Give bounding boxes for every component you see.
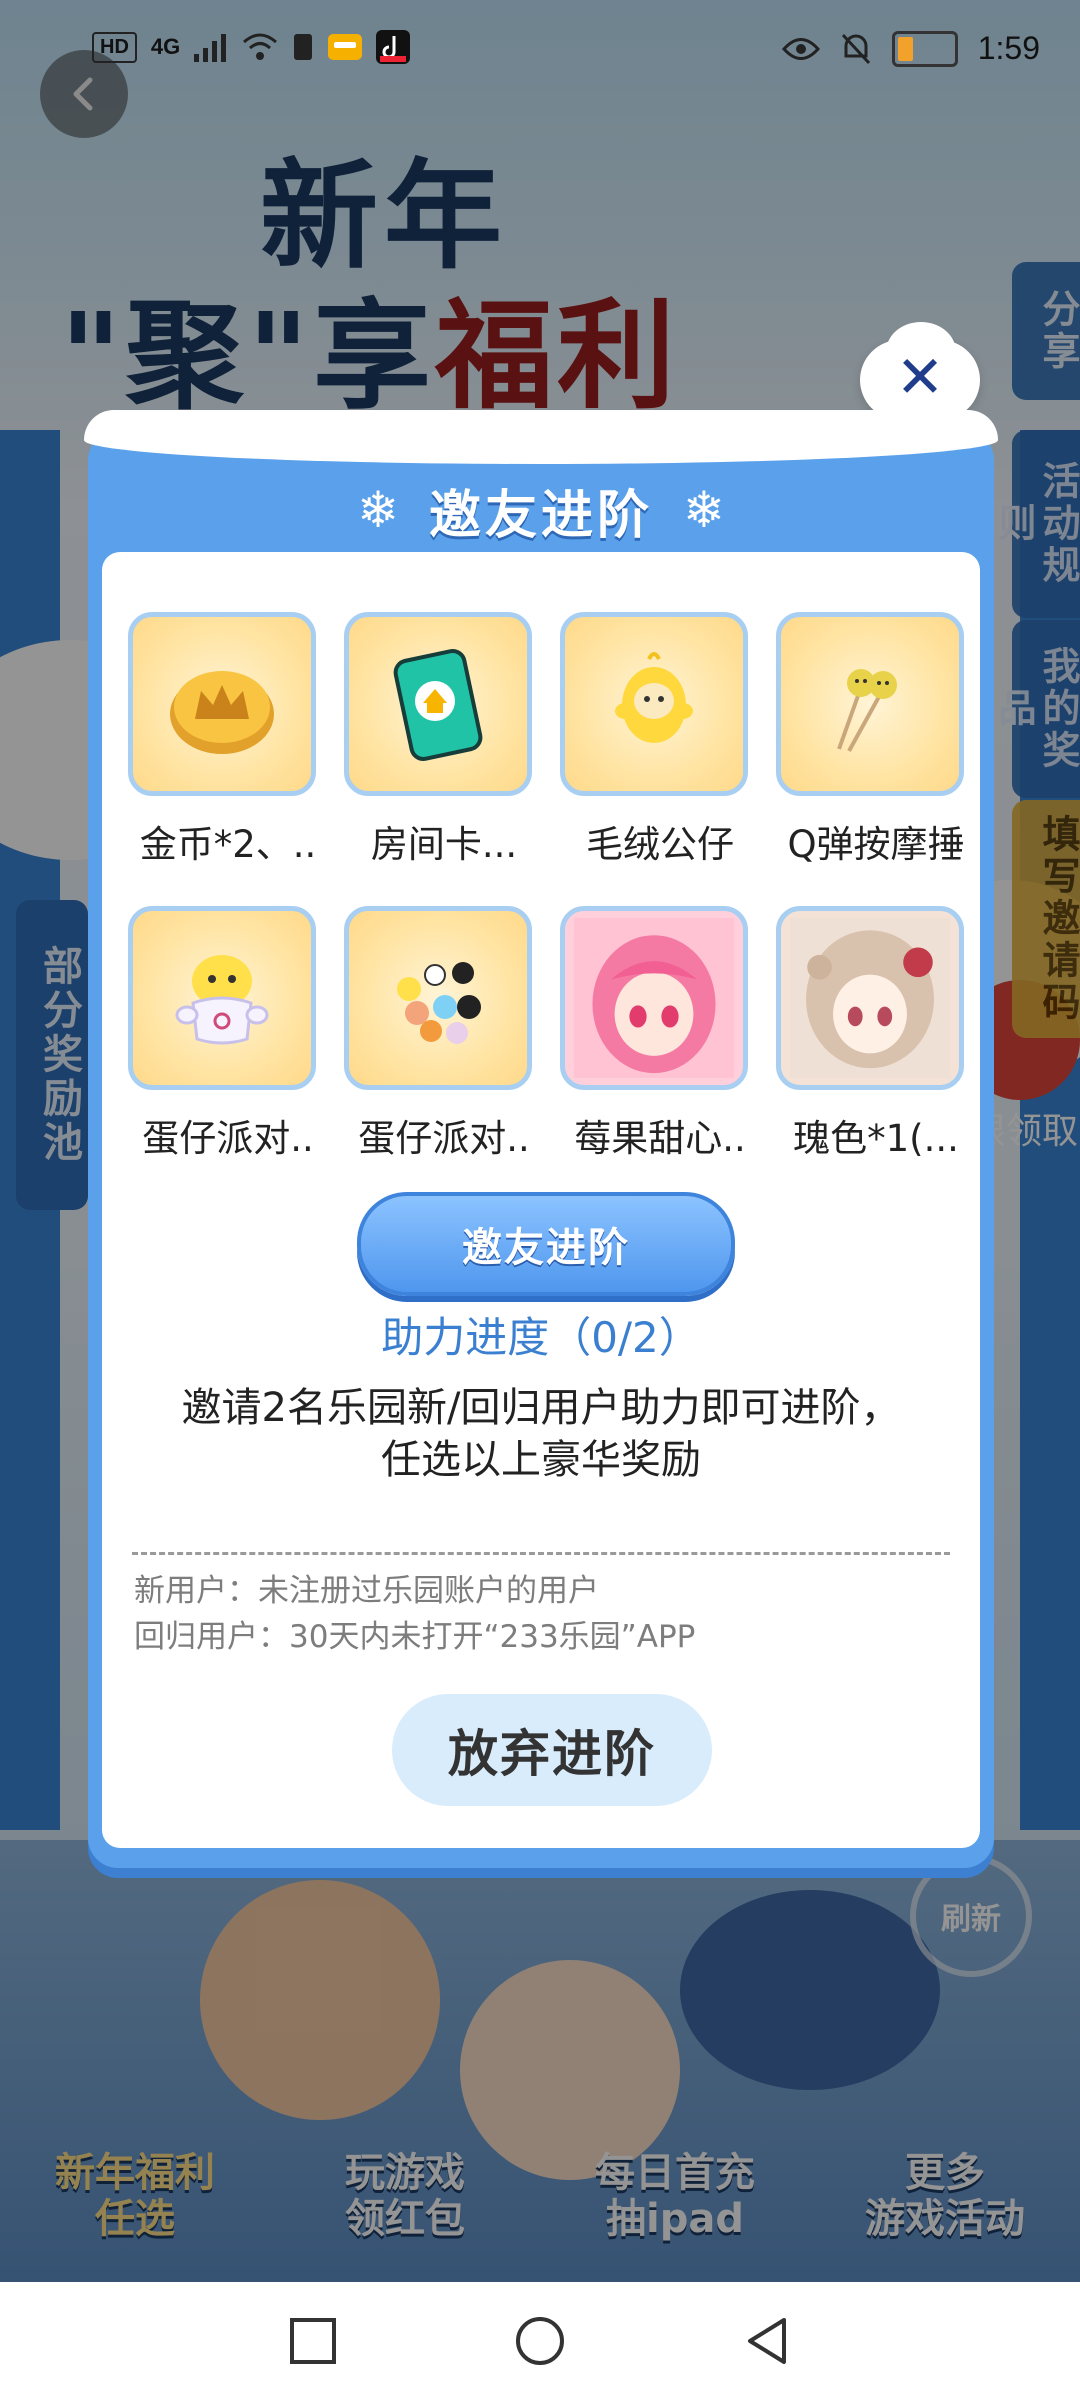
- prize-name: 瑰色*1(...: [793, 1117, 959, 1160]
- description-line2: 任选以上豪华奖励: [381, 1437, 701, 1483]
- prize-thumb: [560, 612, 748, 796]
- dashed-divider: [132, 1552, 950, 1555]
- prize-name: 金币*2、..: [139, 823, 317, 866]
- close-icon[interactable]: ✕: [888, 342, 952, 412]
- prize-item[interactable]: Q弹按摩捶: [776, 612, 965, 868]
- prize-thumb: [344, 612, 532, 796]
- dialog-title: 邀友进阶: [428, 485, 653, 546]
- prize-item[interactable]: 瑰色*1(...: [776, 906, 964, 1162]
- sim-alert-icon: [294, 34, 313, 60]
- prize-item[interactable]: 蛋仔派对..: [344, 906, 532, 1162]
- prize-name: 蛋仔派对..: [142, 1117, 314, 1160]
- prize-thumb: [560, 906, 748, 1090]
- snowflake-icon: ❄: [683, 481, 725, 539]
- battery-level: [897, 36, 913, 61]
- rose-girl-avatar: [790, 918, 950, 1078]
- status-bar: HD 4G 1:59: [0, 0, 1080, 100]
- status-right: 1:59: [781, 30, 1040, 67]
- description-line1: 邀请2名乐园新/回归用户助力即可进阶，: [181, 1385, 901, 1431]
- snowflake-icon: ❄: [357, 481, 399, 539]
- mute-bell-icon: [841, 33, 870, 64]
- eye-comfort-icon: [781, 37, 820, 60]
- prize-item[interactable]: 蛋仔派对..: [128, 906, 316, 1162]
- berry-girl-avatar: [574, 918, 734, 1078]
- give-up-advance-button[interactable]: 放弃进阶: [392, 1694, 712, 1806]
- snow-cap-decoration: [84, 410, 998, 464]
- room-card-icon: [393, 649, 483, 761]
- status-left: HD 4G: [92, 30, 411, 64]
- prize-thumb: [776, 906, 964, 1090]
- note-returning-user: 回归用户：30天内未打开“233乐园”APP: [134, 1619, 696, 1655]
- circle-icon: [515, 2317, 564, 2365]
- home-button[interactable]: [505, 2306, 575, 2376]
- hd-indicator: HD: [92, 31, 137, 63]
- signal-icon: [194, 34, 227, 62]
- prize-name: 蛋仔派对..: [358, 1117, 530, 1160]
- square-icon: [290, 2318, 337, 2364]
- system-navigation-bar: [0, 2282, 1080, 2400]
- eggy-party-figures-icon: [397, 962, 481, 1044]
- invite-description: 邀请2名乐园新/回归用户助力即可进阶， 任选以上豪华奖励: [132, 1382, 950, 1486]
- prize-thumb: [776, 612, 964, 796]
- recent-apps-button[interactable]: [278, 2306, 348, 2376]
- prize-item[interactable]: 毛绒公仔: [560, 612, 748, 868]
- prize-item[interactable]: 房间卡...: [344, 612, 532, 868]
- triangle-back-icon: [747, 2318, 786, 2364]
- eggy-party-plush-icon: [175, 955, 269, 1045]
- massage-hammer-icon: [837, 669, 897, 752]
- invite-advance-dialog: ❄ 邀友进阶 ❄ 金币*2、.. 房间卡... 毛绒公仔 Q弹按摩捶 蛋仔派对.…: [84, 410, 998, 1868]
- network-type: 4G: [150, 34, 181, 59]
- plush-doll-icon: [615, 652, 693, 743]
- dialog-header: ❄ 邀友进阶 ❄: [88, 460, 994, 560]
- battery-icon: [891, 30, 958, 67]
- prize-thumb: [344, 906, 532, 1090]
- note-new-user: 新用户：未注册过乐园账户的用户: [134, 1573, 599, 1609]
- prize-item[interactable]: 莓果甜心..: [560, 906, 748, 1162]
- clock: 1:59: [977, 30, 1040, 66]
- prize-grid: 金币*2、.. 房间卡... 毛绒公仔 Q弹按摩捶 蛋仔派对.. 蛋仔派对.. …: [128, 612, 965, 1162]
- prize-name: 毛绒公仔: [586, 823, 734, 866]
- prize-item[interactable]: 金币*2、..: [128, 612, 316, 868]
- dialog-panel: 金币*2、.. 房间卡... 毛绒公仔 Q弹按摩捶 蛋仔派对.. 蛋仔派对.. …: [102, 552, 980, 1848]
- invite-advance-button[interactable]: 邀友进阶: [357, 1192, 735, 1296]
- prize-name: Q弹按摩捶: [787, 823, 965, 866]
- wifi-icon: [243, 33, 278, 60]
- prize-thumb: [128, 612, 316, 796]
- gold-coin-crown-icon: [170, 671, 274, 754]
- tiktok-icon: [376, 30, 411, 64]
- prize-thumb: [128, 906, 316, 1090]
- assist-progress: 助力进度（0/2）: [381, 1313, 701, 1362]
- prize-name: 房间卡...: [370, 823, 518, 866]
- user-definition-note: 新用户：未注册过乐园账户的用户 回归用户：30天内未打开“233乐园”APP: [134, 1568, 952, 1660]
- app-notification-icon: [328, 34, 363, 60]
- back-nav-button[interactable]: [732, 2306, 802, 2376]
- prize-name: 莓果甜心..: [574, 1117, 746, 1160]
